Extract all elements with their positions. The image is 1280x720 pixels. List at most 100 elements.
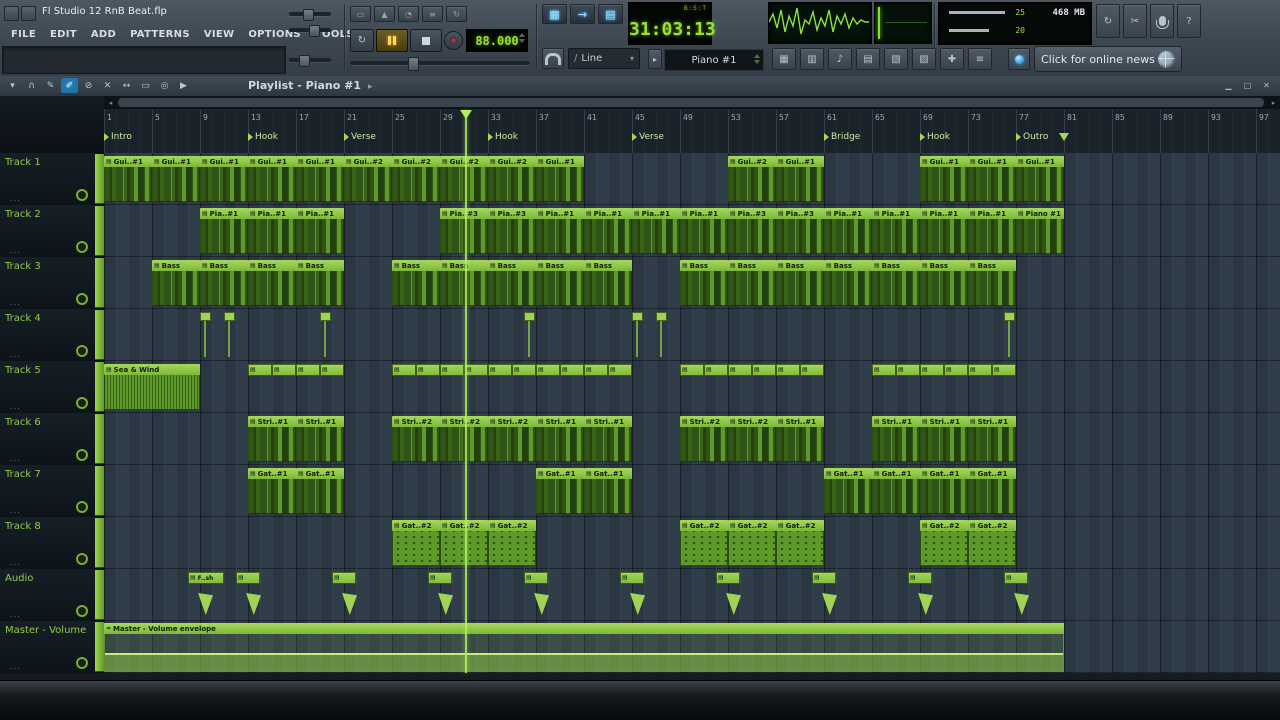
pattern-clip[interactable]: ▤Piano #1 — [1016, 208, 1064, 254]
mini-clip[interactable]: ▤ — [272, 364, 296, 376]
track-color-strip[interactable] — [95, 570, 104, 620]
track-knob[interactable] — [76, 657, 88, 669]
track-color-strip[interactable] — [95, 466, 104, 516]
mini-clip[interactable]: ▤ — [236, 572, 260, 584]
pattern-clip[interactable]: ▤Gat..#2 — [440, 520, 488, 566]
track-name-row[interactable]: Track 7... — [0, 465, 95, 518]
time-display[interactable]: B:S:T 31:03:13 — [628, 2, 712, 45]
track-name-row[interactable]: Track 5... — [0, 361, 95, 414]
slip-icon[interactable]: ↔ — [118, 78, 135, 93]
pattern-clip[interactable]: ▤Stri..#2 — [680, 416, 728, 462]
timeline-marker[interactable]: Verse — [632, 132, 664, 142]
mixer-window-icon[interactable]: ▧ — [884, 48, 908, 70]
pattern-clip[interactable]: ▤Bass — [200, 260, 248, 306]
mini-clip[interactable]: ▤ — [872, 364, 896, 376]
pattern-clip[interactable]: ▤Stri..#1 — [776, 416, 824, 462]
horizontal-scrollbar[interactable]: ◂ ▸ — [104, 96, 1280, 109]
tempo-display[interactable]: 88.000 — [466, 29, 528, 52]
pattern-clip[interactable]: ▤Stri..#1 — [920, 416, 968, 462]
mini-clip[interactable]: ▤ — [812, 572, 836, 584]
track-color-strip[interactable] — [95, 518, 104, 568]
pattern-clip[interactable]: ▤Gat..#1 — [296, 468, 344, 514]
track-color-strip[interactable] — [95, 310, 104, 360]
sample-marker[interactable] — [822, 593, 837, 615]
track-knob[interactable] — [76, 241, 88, 253]
sample-marker[interactable] — [1014, 593, 1029, 615]
pattern-clip[interactable]: ▤Gui..#1 — [104, 156, 152, 202]
pattern-clip[interactable]: ▤Gat..#1 — [824, 468, 872, 514]
pattern-clip[interactable]: ▤Gat..#2 — [776, 520, 824, 566]
delete-icon[interactable]: ⊘ — [80, 78, 97, 93]
mini-clip[interactable]: ▤ — [968, 364, 992, 376]
close-icon[interactable]: ✕ — [1259, 79, 1274, 92]
mini-clip[interactable]: ▤ — [320, 364, 344, 376]
timeline-marker[interactable]: Hook — [488, 132, 518, 142]
plugin-icon[interactable]: ✚ — [940, 48, 964, 70]
one-shot-clip[interactable] — [200, 312, 211, 321]
pattern-clip[interactable]: ▤Stri..#2 — [392, 416, 440, 462]
playback-icon[interactable]: ▶ — [175, 78, 192, 93]
pattern-clip[interactable]: ▤Gat..#1 — [584, 468, 632, 514]
mini-clip[interactable]: ▤ — [464, 364, 488, 376]
pattern-clip[interactable]: ▤Bass — [776, 260, 824, 306]
maximize-icon[interactable]: □ — [1240, 79, 1255, 92]
timeline-marker[interactable]: Hook — [248, 132, 278, 142]
pattern-clip[interactable]: ▤Stri..#1 — [248, 416, 296, 462]
timeline-marker[interactable]: Intro — [104, 132, 132, 142]
scroll-right-icon[interactable]: ▸ — [1267, 96, 1280, 109]
pattern-clip[interactable]: ▤Gui..#2 — [728, 156, 776, 202]
pattern-clip[interactable]: ▤Bass — [680, 260, 728, 306]
pattern-clip[interactable]: ▤Pia..#1 — [680, 208, 728, 254]
pattern-clip[interactable]: ▤Pia..#1 — [584, 208, 632, 254]
pattern-clip[interactable]: ▤Pia..#3 — [776, 208, 824, 254]
pattern-clip[interactable]: ▤Gui..#2 — [344, 156, 392, 202]
playlist-window-icon[interactable]: ▦ — [772, 48, 796, 70]
mute-icon[interactable]: ✕ — [99, 78, 116, 93]
pattern-mode-button[interactable]: ▦ — [542, 4, 567, 24]
magnet-icon[interactable]: ∩ — [23, 78, 40, 93]
minimize-icon[interactable]: ▁ — [1221, 79, 1236, 92]
pattern-clip[interactable]: ▤Gui..#1 — [296, 156, 344, 202]
sync-icon[interactable]: ↻ — [1096, 4, 1120, 38]
record-button[interactable] — [444, 31, 463, 50]
pattern-clip[interactable]: ▤Gui..#1 — [536, 156, 584, 202]
pattern-clip[interactable]: ▤Gui..#1 — [200, 156, 248, 202]
pattern-clip[interactable]: ▤Bass — [392, 260, 440, 306]
typing-keyboard-icon[interactable]: ▭ — [350, 6, 371, 22]
main-volume-knob[interactable] — [303, 9, 314, 21]
pattern-clip[interactable]: ▤Pia..#1 — [824, 208, 872, 254]
pattern-clip[interactable]: ▤Gat..#2 — [728, 520, 776, 566]
mini-clip[interactable]: ▤ — [1004, 572, 1028, 584]
pattern-clip[interactable]: ▤Gat..#1 — [248, 468, 296, 514]
pattern-clip[interactable]: ▤Gat..#1 — [968, 468, 1016, 514]
pattern-clip[interactable]: ▤Gat..#2 — [488, 520, 536, 566]
pattern-clip[interactable]: ▤Gat..#2 — [968, 520, 1016, 566]
pattern-clip[interactable]: ▤Bass — [584, 260, 632, 306]
track-color-strip[interactable] — [95, 622, 104, 672]
pattern-clip[interactable]: ▤Gui..#1 — [968, 156, 1016, 202]
track-knob[interactable] — [76, 397, 88, 409]
pattern-clip[interactable]: ▤Pia..#1 — [968, 208, 1016, 254]
pattern-clip[interactable]: ▤Stri..#1 — [872, 416, 920, 462]
menu-item-edit[interactable]: EDIT — [43, 27, 84, 42]
pattern-clip[interactable]: ▤Gat..#2 — [680, 520, 728, 566]
one-shot-clip[interactable] — [1004, 312, 1015, 321]
track-knob[interactable] — [76, 293, 88, 305]
mini-clip[interactable]: ▤ — [908, 572, 932, 584]
mini-clip[interactable]: ▤ — [296, 364, 320, 376]
timeline-marker[interactable]: Outro — [1016, 132, 1048, 142]
pattern-clip[interactable]: ▤Stri..#2 — [728, 416, 776, 462]
pattern-clip[interactable]: ▤Bass — [872, 260, 920, 306]
song-mode-button[interactable]: → — [570, 4, 595, 24]
pattern-clip[interactable]: ▤Pia..#3 — [728, 208, 776, 254]
track-name-row[interactable]: Track 2... — [0, 205, 95, 258]
scrollbar-thumb[interactable] — [118, 98, 1264, 107]
sample-marker[interactable] — [246, 593, 261, 615]
track-name-row[interactable]: Track 3... — [0, 257, 95, 310]
track-knob[interactable] — [76, 501, 88, 513]
timeline-marker[interactable]: Hook — [920, 132, 950, 142]
pattern-clip[interactable]: ▤Bass — [440, 260, 488, 306]
snip-icon[interactable]: ✂ — [1123, 4, 1147, 38]
mini-clip[interactable]: ▤ — [488, 364, 512, 376]
tools-icon[interactable]: ≡ — [968, 48, 992, 70]
